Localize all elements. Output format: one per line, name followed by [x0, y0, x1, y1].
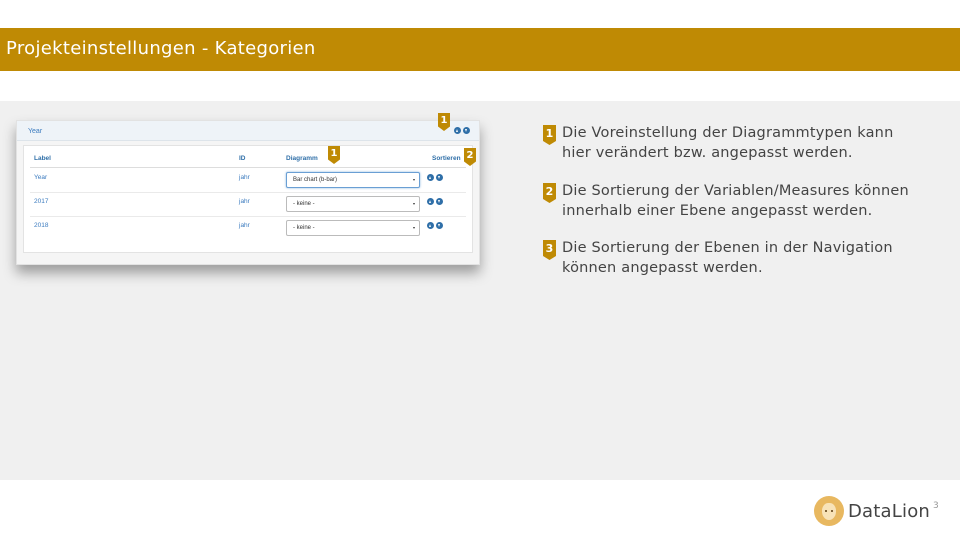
description-badge: 1	[543, 125, 556, 145]
sort-controls	[427, 198, 443, 205]
table-row: 2018 jahr - keine -	[24, 217, 474, 241]
table-row: 2017 jahr - keine -	[24, 193, 474, 217]
arrow-up-circle-icon[interactable]	[427, 198, 434, 205]
arrow-up-circle-icon[interactable]	[454, 127, 461, 134]
row-label-link[interactable]: 2018	[34, 222, 48, 229]
column-header-label: Label	[34, 155, 51, 162]
arrow-down-circle-icon[interactable]	[436, 222, 443, 229]
chevron-down-icon	[413, 227, 415, 229]
description-text: Die Voreinstellung der Diagrammtypen kan…	[562, 125, 894, 161]
diagram-type-value: - keine -	[293, 225, 315, 231]
header-divider	[30, 167, 466, 168]
description-text: Die Sortierung der Variablen/Measures kö…	[562, 183, 909, 219]
row-label-link[interactable]: Year	[34, 174, 47, 181]
diagram-type-value: - keine -	[293, 201, 315, 207]
row-id: jahr	[239, 222, 250, 229]
logo-text: DataLion	[848, 500, 931, 522]
diagram-type-select[interactable]: - keine -	[286, 196, 420, 212]
page-title: Projekteinstellungen - Kategorien	[6, 38, 316, 59]
row-label-link[interactable]: 2017	[34, 198, 48, 205]
level-sort-controls	[454, 127, 470, 134]
diagram-type-value: Bar chart (b-bar)	[293, 177, 338, 183]
datalion-logo: DataLion	[814, 496, 930, 526]
panel-header: Year	[17, 121, 479, 141]
arrow-down-circle-icon[interactable]	[436, 174, 443, 181]
panel-title[interactable]: Year	[28, 128, 42, 135]
diagram-type-select[interactable]: Bar chart (b-bar)	[286, 172, 420, 188]
chevron-down-icon	[413, 179, 415, 181]
description-text: Die Sortierung der Ebenen in der Navigat…	[562, 240, 893, 276]
row-id: jahr	[239, 198, 250, 205]
description-badge: 3	[543, 240, 556, 260]
sort-controls	[427, 174, 443, 181]
arrow-down-circle-icon[interactable]	[463, 127, 470, 134]
column-header-sortieren: Sortieren	[432, 155, 461, 162]
column-header-id: ID	[239, 155, 246, 162]
category-table: Label ID Diagramm Sortieren Year jahr Ba…	[23, 145, 473, 253]
sort-controls	[427, 222, 443, 229]
description-badge: 2	[543, 183, 556, 203]
category-settings-panel: Year Label ID Diagramm Sortieren Year ja…	[16, 120, 480, 265]
lion-icon	[814, 496, 844, 526]
page-number: 3	[933, 501, 939, 511]
chevron-down-icon	[413, 203, 415, 205]
row-id: jahr	[239, 174, 250, 181]
table-row: Year jahr Bar chart (b-bar)	[24, 169, 474, 193]
arrow-up-circle-icon[interactable]	[427, 174, 434, 181]
arrow-up-circle-icon[interactable]	[427, 222, 434, 229]
column-header-diagramm: Diagramm	[286, 155, 318, 162]
arrow-down-circle-icon[interactable]	[436, 198, 443, 205]
diagram-type-select[interactable]: - keine -	[286, 220, 420, 236]
